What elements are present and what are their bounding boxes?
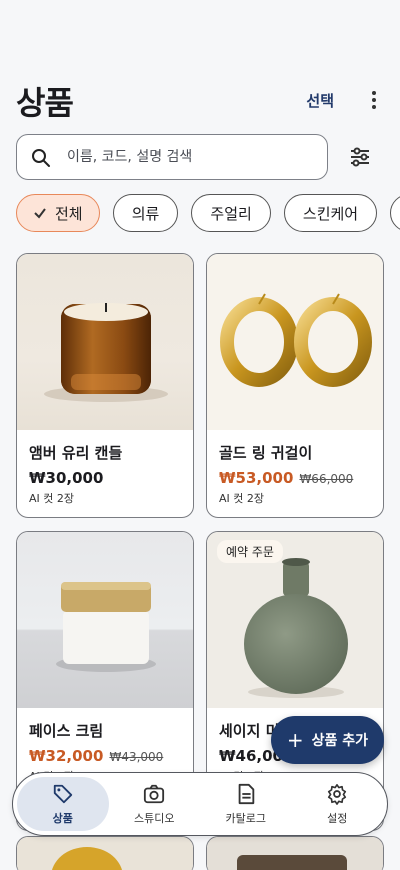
search-input[interactable]	[67, 145, 317, 169]
chip-label: 전체	[55, 204, 83, 223]
product-name: 앰버 유리 캔들	[29, 444, 123, 462]
product-name: 골드 링 귀걸이	[219, 444, 313, 462]
document-icon	[238, 783, 254, 804]
add-product-button[interactable]: + 상품 추가	[271, 716, 384, 764]
nav-settings[interactable]: 설정	[292, 777, 384, 831]
chip-more[interactable]	[390, 194, 400, 232]
product-card[interactable]: 골드 링 귀걸이 ₩53,000 ₩66,000 AI 컷 2장	[206, 253, 384, 518]
product-price: ₩30,000	[29, 469, 104, 487]
product-card[interactable]	[16, 836, 194, 870]
camera-icon	[144, 784, 165, 803]
product-original-price: ₩43,000	[109, 750, 164, 764]
chip-label: 의류	[131, 204, 160, 223]
product-image-knit	[17, 837, 193, 870]
page-title: 상품	[16, 84, 74, 122]
product-image-candle	[17, 254, 193, 430]
top-bar: 상품 선택	[16, 78, 384, 122]
more-options-icon[interactable]	[364, 88, 384, 112]
product-image-cream	[17, 532, 193, 708]
product-meta: AI 컷 2장	[29, 492, 75, 505]
nav-label: 스튜디오	[134, 811, 175, 825]
product-name: 페이스 크림	[29, 722, 104, 740]
price-row: ₩32,000 ₩43,000	[29, 746, 163, 765]
bottom-navigation: 상품 스튜디오 카탈로그 설정	[12, 772, 388, 836]
product-image-earrings	[207, 254, 383, 430]
gear-icon	[328, 783, 347, 805]
tag-icon	[53, 784, 72, 803]
product-original-price: ₩66,000	[299, 472, 354, 486]
chip-label: 스킨케어	[302, 204, 359, 223]
search-box[interactable]	[16, 134, 328, 180]
product-card[interactable]: 앰버 유리 캔들 ₩30,000 AI 컷 2장	[16, 253, 194, 518]
product-price: ₩32,000	[29, 747, 104, 765]
nav-studio[interactable]: 스튜디오	[109, 777, 201, 831]
nav-label: 설정	[327, 811, 348, 825]
price-row: ₩53,000 ₩66,000	[219, 468, 353, 487]
select-button[interactable]: 선택	[306, 90, 334, 111]
check-icon	[34, 208, 46, 219]
category-chips: 전체 의류 주얼리 스킨케어	[16, 194, 400, 232]
product-card[interactable]	[206, 836, 384, 870]
product-image-vase: 예약 주문	[207, 532, 383, 708]
price-row: ₩30,000	[29, 468, 103, 487]
add-product-label: 상품 추가	[311, 733, 369, 749]
chip-jewelry[interactable]: 주얼리	[191, 194, 271, 232]
preorder-badge: 예약 주문	[217, 540, 283, 563]
chip-all[interactable]: 전체	[16, 194, 100, 232]
chip-label: 주얼리	[210, 204, 252, 223]
product-price: ₩53,000	[219, 469, 294, 487]
chip-clothing[interactable]: 의류	[112, 194, 179, 232]
chip-skincare[interactable]: 스킨케어	[283, 194, 378, 232]
nav-label: 카탈로그	[225, 811, 266, 825]
nav-catalog[interactable]: 카탈로그	[200, 777, 292, 831]
search-icon	[32, 149, 50, 167]
plus-icon: +	[286, 728, 304, 752]
filter-settings-icon[interactable]	[348, 145, 372, 169]
nav-label: 상품	[52, 811, 73, 825]
product-meta: AI 컷 2장	[219, 492, 265, 505]
nav-products[interactable]: 상품	[17, 777, 109, 831]
product-image-bowl	[207, 837, 383, 870]
